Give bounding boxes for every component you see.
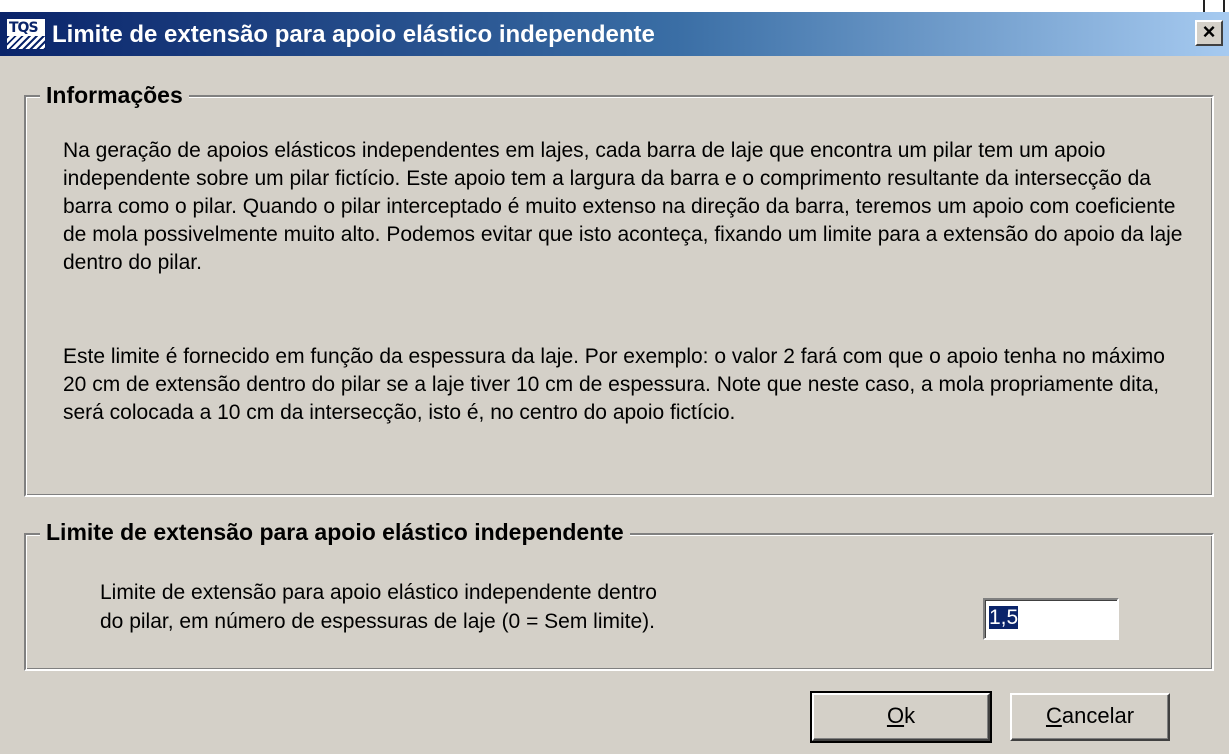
info-paragraph-1: Na geração de apoios elásticos independe… [63,139,1183,274]
cancel-label-rest: ancelar [1061,703,1135,728]
info-group-title: Informações [40,80,189,110]
limit-field-label: Limite de extensão para apoio elástico i… [100,578,820,636]
limit-group-title: Limite de extensão para apoio elástico i… [40,517,630,547]
logo-text: TQS [9,20,39,36]
ok-button[interactable]: Ok [810,691,992,743]
title-bar[interactable]: TQS Limite de extensão para apoio elásti… [0,12,1229,56]
limit-label-line-1: Limite de extensão para apoio elástico i… [100,581,657,604]
limit-label-line-2: do pilar, em número de espessuras de laj… [100,610,656,633]
logo-stripes [7,36,45,49]
background-window-strip [0,0,1229,12]
cancel-mnemonic: C [1045,703,1062,728]
background-scrollbar-marks [1203,0,1225,12]
close-icon: × [1202,19,1216,44]
window-title: Limite de extensão para apoio elástico i… [52,21,655,48]
tqs-logo-icon: TQS [6,18,46,50]
ok-mnemonic: O [886,703,905,728]
ok-label-rest: k [904,703,916,728]
limit-value-input[interactable]: 1,5 [983,598,1119,640]
close-button[interactable]: × [1195,20,1223,46]
info-paragraph-2: Este limite é fornecido em função da esp… [63,345,1165,424]
cancel-button[interactable]: Cancelar [1010,693,1170,741]
limit-value-text: 1,5 [987,605,1020,630]
